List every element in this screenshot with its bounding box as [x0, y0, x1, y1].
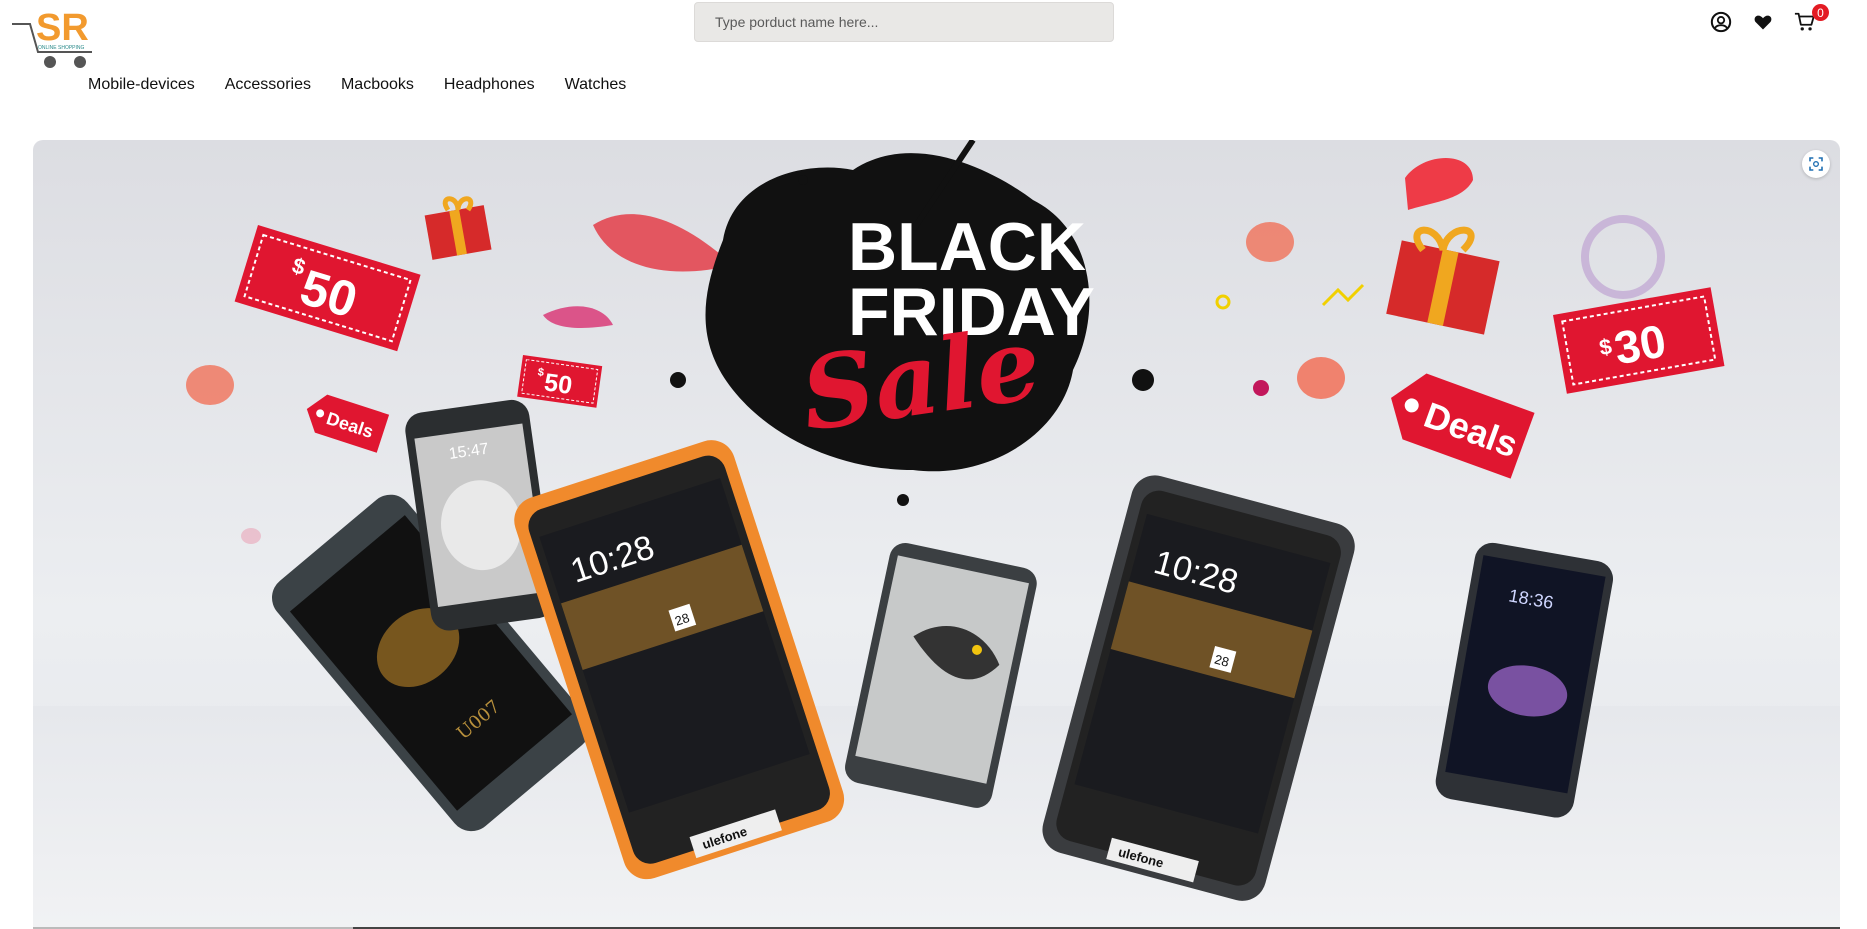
decor-ring: [1215, 294, 1231, 310]
search-input[interactable]: [694, 2, 1114, 42]
decor-bubble: [186, 365, 234, 405]
decor-swoosh: [543, 306, 613, 328]
category-nav: Mobile-devices Accessories Macbooks Head…: [88, 76, 626, 94]
nav-item-mobile-devices[interactable]: Mobile-devices: [88, 76, 195, 94]
nav-item-accessories[interactable]: Accessories: [225, 76, 311, 94]
decor-speech: [1405, 158, 1473, 210]
decor-dot: [1253, 380, 1269, 396]
heart-icon: [1754, 15, 1772, 30]
deals-tag-large: Deals: [1391, 373, 1535, 479]
phone-grey: 10:28 28 ulefone: [1042, 475, 1355, 901]
tag-50-small-value: 50: [542, 368, 573, 400]
cart-count-badge: 0: [1812, 4, 1829, 21]
logo-letters: SR: [36, 7, 89, 49]
phone-galaxy: 18:36: [1435, 542, 1614, 818]
phone-orange: 10:28 28 ulefone: [514, 440, 845, 880]
cart-button[interactable]: 0: [1791, 4, 1829, 36]
tag-30-value: 30: [1610, 314, 1669, 374]
nav-item-headphones[interactable]: Headphones: [444, 76, 535, 94]
price-tag-50-small: $ 50: [517, 355, 603, 408]
decor-bubble: [1246, 222, 1294, 262]
nav-item-macbooks[interactable]: Macbooks: [341, 76, 414, 94]
decor-confetti: [1321, 283, 1365, 307]
fullscreen-button[interactable]: [1802, 150, 1830, 178]
price-tag-30: $ 30: [1553, 287, 1725, 394]
banner-artwork: $ 50 $ 50 $ 30 Deals Deals BLACK FRIDAY …: [186, 140, 1725, 901]
decor-bubble: [241, 528, 261, 544]
gift-box-small: [424, 196, 492, 260]
fullscreen-scan-icon: [1809, 157, 1823, 171]
decor-swoosh: [593, 214, 733, 272]
account-button[interactable]: [1707, 8, 1735, 36]
header-icons: 0: [1707, 4, 1829, 36]
phone-eagle: [845, 542, 1037, 808]
hero-banner[interactable]: $ 50 $ 50 $ 30 Deals Deals BLACK FRIDAY …: [33, 140, 1840, 929]
user-circle-icon: [1710, 11, 1732, 33]
gift-box-large: [1386, 226, 1500, 335]
deals-tag-small: Deals: [306, 394, 390, 453]
logo-tagline: ONLINE SHOPPING: [38, 45, 85, 51]
wishlist-button[interactable]: [1749, 8, 1777, 36]
black-friday-splash: BLACK FRIDAY Sale: [670, 140, 1154, 506]
logo[interactable]: SR ONLINE SHOPPING: [10, 2, 106, 72]
nav-item-watches[interactable]: Watches: [565, 76, 627, 94]
price-tag-50-large: $ 50: [234, 225, 421, 352]
decor-ring: [1581, 215, 1665, 299]
decor-bubble: [1297, 357, 1345, 399]
